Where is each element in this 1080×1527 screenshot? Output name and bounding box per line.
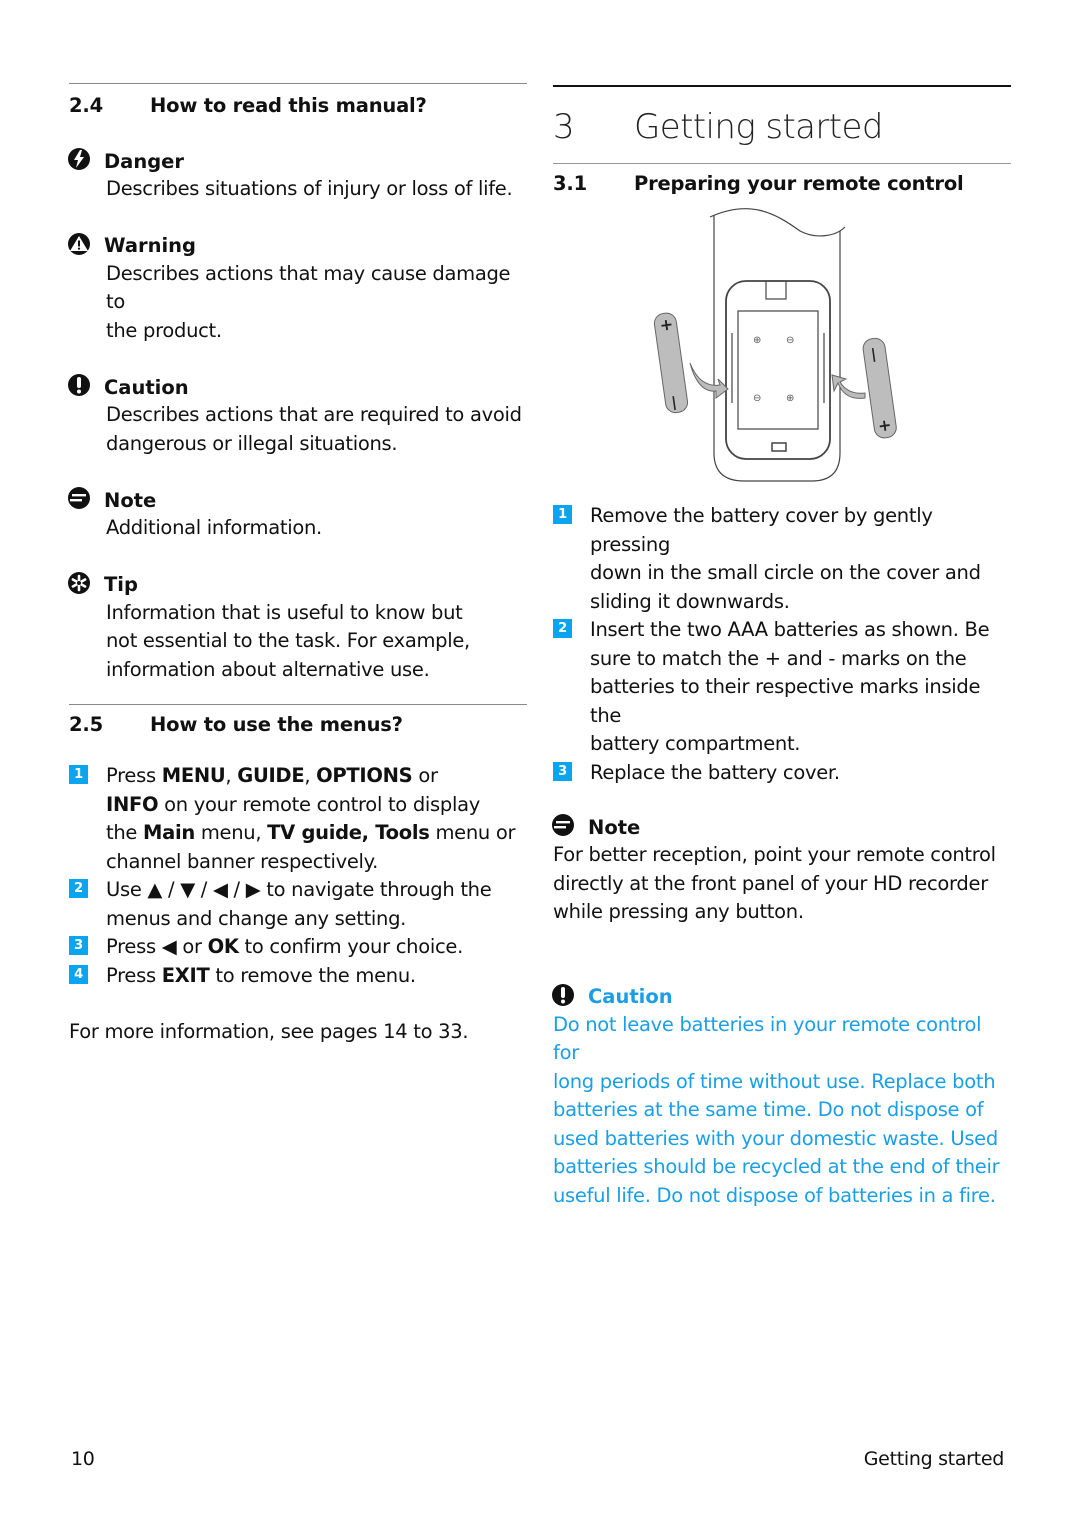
battery-plus-mark: + bbox=[658, 314, 674, 335]
caution-exclamation-icon bbox=[551, 983, 579, 1011]
step-item: 3 Replace the battery cover. bbox=[553, 759, 1011, 788]
note-title: Note bbox=[588, 815, 641, 839]
callout-heading: Note bbox=[67, 486, 527, 514]
caution-callout: Caution Do not leave batteries in your r… bbox=[551, 983, 1011, 1211]
release-slot bbox=[771, 442, 787, 452]
step-text: Press ◀ or OK to confirm your choice. bbox=[106, 935, 463, 958]
note-lines-icon bbox=[551, 813, 579, 841]
section-number: 2.5 bbox=[69, 713, 103, 736]
right-column: 3 Getting started 3.1 Preparing your rem… bbox=[551, 83, 1011, 1211]
footer-section-label: Getting started bbox=[863, 1448, 1005, 1470]
callout-heading: Tip bbox=[67, 571, 527, 599]
caution-body: Do not leave batteries in your remote co… bbox=[553, 1012, 1000, 1207]
svg-text:⊕: ⊕ bbox=[786, 393, 794, 404]
compartment-frame bbox=[725, 280, 831, 460]
section-3-1-heading: 3.1 Preparing your remote control bbox=[553, 172, 1011, 195]
section-2-5-heading: 2.5 How to use the menus? bbox=[69, 713, 527, 736]
step-item: 2 Use ▲ / ▼ / ◀ / ▶ to navigate through t… bbox=[69, 876, 527, 933]
step-item: 2 Insert the two AAA batteries as shown. … bbox=[553, 616, 1011, 759]
section-divider bbox=[69, 83, 527, 84]
danger-bolt-icon bbox=[67, 147, 95, 175]
left-column: 2.4 How to read this manual? Danger Descr… bbox=[67, 83, 527, 1047]
caution-title: Caution bbox=[588, 985, 673, 1008]
tip-asterisk-icon bbox=[67, 571, 95, 599]
step-text: Press MENU, GUIDE, OPTIONS or INFO on you… bbox=[106, 764, 516, 873]
battery-compartment-illustration: ⊕ ⊖ ⊖ ⊕ + | | + bbox=[653, 208, 897, 482]
step-number-badge: 3 bbox=[69, 936, 88, 955]
note-heading: Note bbox=[551, 813, 1011, 841]
compartment-well bbox=[737, 310, 819, 430]
callout-list: Danger Describes situations of injury or … bbox=[67, 147, 527, 685]
callout-body: Describes situations of injury or loss o… bbox=[106, 177, 513, 200]
callout-heading: Caution bbox=[67, 373, 527, 401]
callout-danger: Danger Describes situations of injury or … bbox=[67, 147, 527, 204]
callout-tip: Tip Information that is useful to know bu… bbox=[67, 571, 527, 685]
step-item: 1 Remove the battery cover by gently pres… bbox=[553, 502, 1011, 616]
section-divider bbox=[553, 163, 1011, 164]
callout-title: Warning bbox=[104, 234, 196, 257]
chapter-heading: 3 Getting started bbox=[553, 107, 1011, 147]
step-text: Insert the two AAA batteries as shown. B… bbox=[590, 618, 990, 755]
callout-heading: Danger bbox=[67, 147, 527, 175]
battery-plus-mark: + bbox=[877, 415, 893, 436]
menu-steps-list: 1 Press MENU, GUIDE, OPTIONS or INFO on yo… bbox=[69, 762, 527, 990]
note-body: For better reception, point your remote … bbox=[553, 843, 996, 923]
insert-arrow-right bbox=[831, 374, 866, 399]
section-number: 3.1 bbox=[553, 172, 587, 195]
chapter-number: 3 bbox=[553, 107, 575, 147]
callout-title: Danger bbox=[104, 149, 185, 173]
caution-exclamation-icon bbox=[67, 373, 95, 401]
callout-heading: Warning bbox=[67, 232, 527, 260]
step-text: Use ▲ / ▼ / ◀ / ▶ to navigate through th… bbox=[106, 878, 492, 930]
svg-text:⊖: ⊖ bbox=[753, 393, 761, 404]
battery-steps-list: 1 Remove the battery cover by gently pres… bbox=[553, 502, 1011, 787]
section-title: How to use the menus? bbox=[150, 713, 403, 736]
section-title: How to read this manual? bbox=[150, 94, 427, 117]
section-divider bbox=[69, 704, 527, 705]
step-number-badge: 2 bbox=[69, 879, 88, 898]
cover-clip bbox=[765, 280, 787, 300]
page-number: 10 bbox=[71, 1448, 95, 1470]
step-item: 1 Press MENU, GUIDE, OPTIONS or INFO on yo… bbox=[69, 762, 527, 876]
chapter-divider bbox=[553, 85, 1011, 87]
step-number-badge: 1 bbox=[553, 505, 572, 524]
callout-title: Tip bbox=[104, 573, 138, 596]
callout-title: Caution bbox=[104, 375, 189, 399]
svg-text:⊖: ⊖ bbox=[786, 335, 794, 346]
step-number-badge: 1 bbox=[69, 765, 88, 784]
section-number: 2.4 bbox=[69, 94, 103, 117]
step-text: Press EXIT to remove the menu. bbox=[106, 963, 416, 987]
callout-note: Note Additional information. bbox=[67, 486, 527, 543]
battery-left: + | bbox=[653, 312, 689, 414]
step-item: 3 Press ◀ or OK to confirm your choice. bbox=[69, 933, 527, 962]
section-2-4-heading: 2.4 How to read this manual? bbox=[69, 94, 527, 117]
callout-body: Information that is useful to know but no… bbox=[106, 600, 470, 681]
callout-body: Additional information. bbox=[106, 516, 322, 539]
step-item: 4 Press EXIT to remove the menu. bbox=[69, 962, 527, 991]
remote-top-edge bbox=[709, 208, 846, 237]
step-text: Remove the battery cover by gently press… bbox=[590, 504, 981, 613]
section-title: Preparing your remote control bbox=[634, 172, 964, 195]
step-number-badge: 4 bbox=[69, 964, 88, 984]
caution-heading: Caution bbox=[551, 983, 1011, 1011]
chapter-title: Getting started bbox=[634, 107, 883, 147]
insert-arrow-left bbox=[689, 362, 729, 399]
more-info-text: For more information, see pages 14 to 33… bbox=[69, 1020, 469, 1043]
callout-body: Describes actions that are required to a… bbox=[106, 403, 522, 455]
svg-text:⊕: ⊕ bbox=[753, 335, 761, 346]
callout-body: Describes actions that may cause damage … bbox=[106, 261, 511, 342]
step-text: Replace the battery cover. bbox=[590, 760, 840, 784]
step-number-badge: 2 bbox=[553, 619, 572, 638]
note-lines-icon bbox=[67, 486, 95, 514]
step-number-badge: 3 bbox=[553, 761, 572, 781]
callout-caution: Caution Describes actions that are requir… bbox=[67, 373, 527, 458]
battery-right: | + bbox=[862, 337, 897, 439]
note-callout: Note For better reception, point your re… bbox=[551, 813, 1011, 927]
remote-outline bbox=[713, 215, 841, 482]
callout-title: Note bbox=[104, 488, 157, 512]
warning-triangle-icon bbox=[67, 232, 95, 260]
callout-warning: Warning Describes actions that may cause … bbox=[67, 232, 527, 346]
